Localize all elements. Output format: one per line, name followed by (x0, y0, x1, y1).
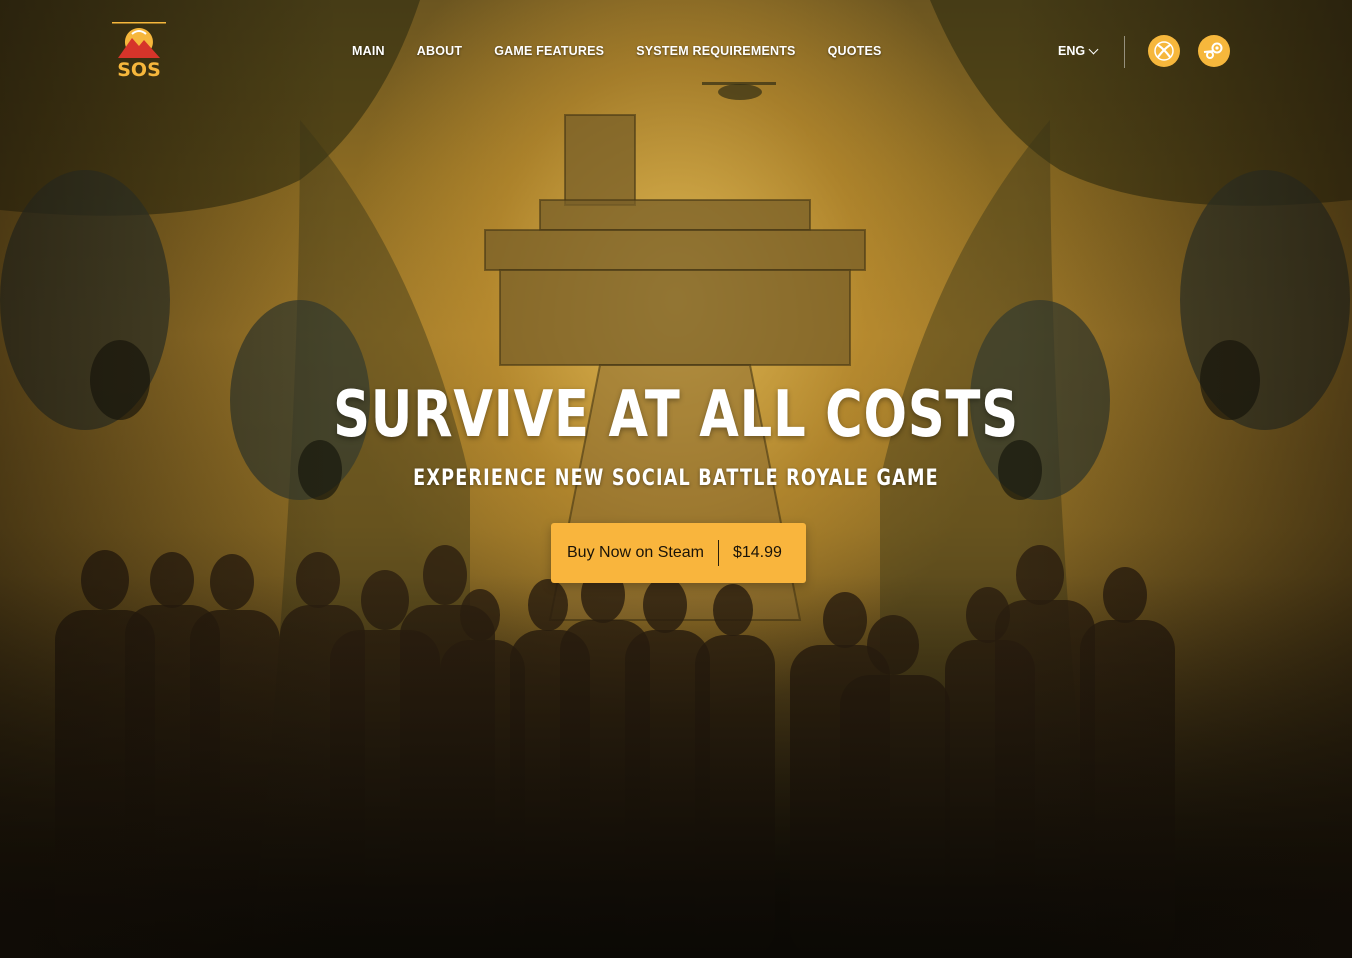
price-label: $14.99 (732, 544, 782, 561)
buy-button-divider (717, 540, 719, 566)
buy-now-label: Buy Now on Steam (567, 544, 704, 561)
xbox-icon (1154, 41, 1174, 61)
nav-item-quotes[interactable]: QUOTES (828, 44, 882, 58)
logo-mark-icon: SOS (112, 22, 166, 81)
sos-logo[interactable]: SOS (110, 22, 168, 81)
nav-item-main[interactable]: MAIN (352, 44, 385, 58)
hero-subheadline: EXPERIENCE NEW SOCIAL BATTLE ROYALE GAME (413, 466, 939, 491)
xbox-link[interactable] (1148, 35, 1180, 67)
hero-headline: SURVIVE AT ALL COSTS (333, 378, 1019, 452)
language-label: ENG (1058, 44, 1086, 58)
main-nav: MAIN ABOUT GAME FEATURES SYSTEM REQUIREM… (352, 44, 914, 58)
language-selector[interactable]: ENG (1058, 44, 1099, 58)
steam-link[interactable] (1198, 35, 1230, 67)
steam-icon (1203, 42, 1223, 59)
svg-text:SOS: SOS (117, 59, 161, 80)
chevron-down-icon (1088, 44, 1099, 55)
nav-item-about[interactable]: ABOUT (417, 44, 462, 58)
header-divider (1124, 36, 1125, 68)
nav-item-system-requirements[interactable]: SYSTEM REQUIREMENTS (636, 44, 795, 58)
buy-now-button[interactable]: Buy Now on Steam $14.99 (551, 523, 806, 583)
nav-item-game-features[interactable]: GAME FEATURES (494, 44, 604, 58)
